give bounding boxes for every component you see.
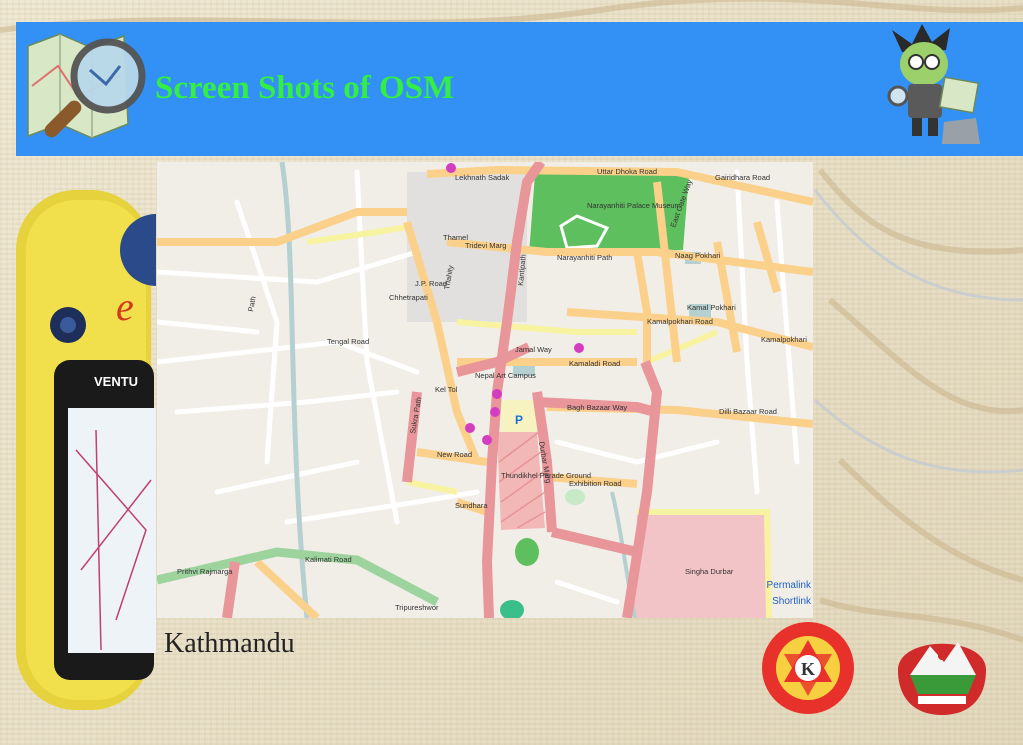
shortlink-link[interactable]: Shortlink [767,594,811,610]
map-label-road: Bagh Bazaar Way [567,403,627,412]
map-label-place: Narayanhiti Palace Museum [587,201,681,210]
map-label-parking: P [515,413,523,427]
map-links: Permalink Shortlink [767,578,811,610]
map-label-road: Gairidhara Road [715,173,770,182]
map-label-road: Prithvi Rajmarga [177,567,233,576]
svg-text:VENTU: VENTU [94,374,138,389]
map-label-road: Uttar Dhoka Road [597,167,657,176]
svg-text:e: e [116,284,134,329]
map-label-place: Thundikhel Parade Ground [501,471,591,480]
osm-magnifier-logo-icon [27,33,146,139]
map-label-road: Kamalpokhari Road [647,317,713,326]
map-label-road: New Road [437,450,472,459]
slide-caption: Kathmandu [164,628,295,659]
map-label-road: Jamal Way [515,345,552,354]
svg-text:K: K [801,659,815,679]
map-label-road: Tengal Road [327,337,369,346]
slide-title: Screen Shots of OSM [155,70,455,106]
permalink-link[interactable]: Permalink [767,578,811,594]
map-canvas: P Lekhnath Sadak Uttar Dhoka Road Gairid… [157,162,813,618]
map-label-road: Narayanhiti Path [557,253,612,262]
map-label-place: Naag Pokhari [675,251,721,260]
nepal-coat-of-arms-icon [898,642,986,715]
map-label-road: Tripureshwor [395,603,439,612]
map-label-road: Kalimati Road [305,555,352,564]
map-label-place: Nepal Art Campus [475,371,536,380]
map-label-place: Singha Durbar [685,567,734,576]
mapper-mascot-icon [887,24,980,144]
map-label-place: Kel Tol [435,385,458,394]
map-label-road: Exhibition Road [569,479,622,488]
map-label-road: Dilli Bazaar Road [719,407,777,416]
map-label-road: Chhetrapati [389,293,428,302]
map-label-road: Kamalpokhari [761,335,807,344]
map-label-place: Sundhara [455,501,488,510]
map-label-place: Kamal Pokhari [687,303,736,312]
map-label-road: Tridevi Marg [465,241,506,250]
map-label-road: Kamaladi Road [569,359,620,368]
kathmandu-university-emblem-icon: K [762,622,854,714]
osm-map-screenshot: P Lekhnath Sadak Uttar Dhoka Road Gairid… [157,162,813,618]
gps-device-icon: VENTU e [16,190,156,710]
map-label-road: Lekhnath Sadak [455,173,509,182]
map-label-place: Thamel [443,233,468,242]
